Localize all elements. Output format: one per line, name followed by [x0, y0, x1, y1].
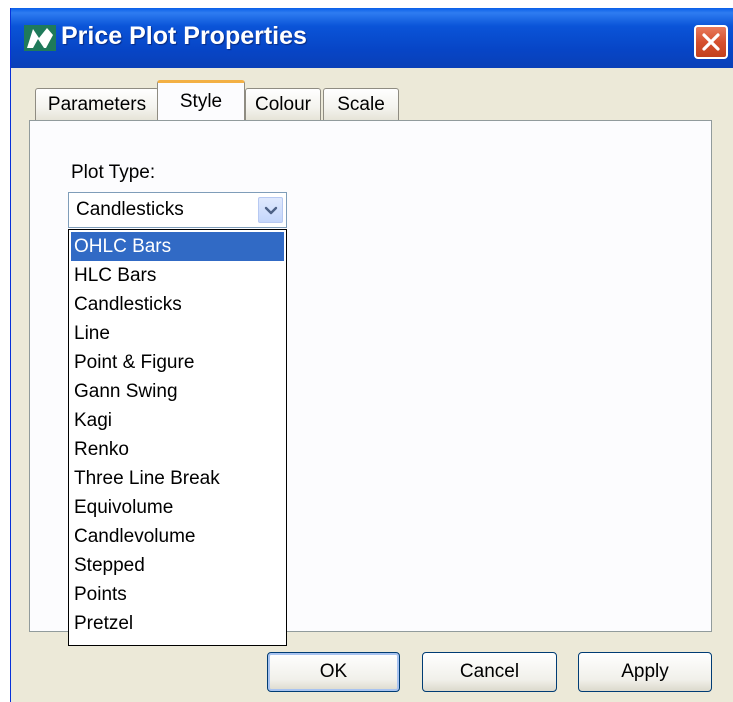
title-bar[interactable]: Price Plot Properties — [11, 8, 733, 68]
ok-button[interactable]: OK — [267, 652, 400, 692]
cancel-button-label: Cancel — [459, 661, 520, 682]
app-logo-icon — [24, 25, 56, 51]
option-kagi[interactable]: Kagi — [71, 406, 284, 435]
window-title: Price Plot Properties — [61, 22, 307, 50]
plot-type-select[interactable]: Candlesticks — [68, 192, 287, 228]
option-three-line-break[interactable]: Three Line Break — [71, 464, 284, 493]
tab-colour-label: Colour — [255, 93, 311, 115]
option-ohlc-bars[interactable]: OHLC Bars — [71, 232, 284, 261]
option-line[interactable]: Line — [71, 319, 284, 348]
option-stepped[interactable]: Stepped — [71, 551, 284, 580]
close-icon — [702, 33, 720, 51]
ok-button-label: OK — [319, 661, 348, 682]
tab-style[interactable]: Style — [157, 80, 245, 120]
plot-type-label: Plot Type: — [71, 162, 156, 183]
option-candlevolume[interactable]: Candlevolume — [71, 522, 284, 551]
option-equivolume[interactable]: Equivolume — [71, 493, 284, 522]
plot-type-dropdown-list: OHLC Bars HLC Bars Candlesticks Line Poi… — [68, 229, 287, 646]
option-gann-swing[interactable]: Gann Swing — [71, 377, 284, 406]
plot-type-value: Candlesticks — [76, 199, 184, 220]
tab-parameters[interactable]: Parameters — [35, 88, 159, 120]
option-point-figure[interactable]: Point & Figure — [71, 348, 284, 377]
option-renko[interactable]: Renko — [71, 435, 284, 464]
option-points[interactable]: Points — [71, 580, 284, 609]
chevron-down-icon — [264, 206, 278, 215]
option-hlc-bars[interactable]: HLC Bars — [71, 261, 284, 290]
tab-scale[interactable]: Scale — [323, 88, 399, 120]
dropdown-button[interactable] — [258, 197, 283, 223]
option-pretzel[interactable]: Pretzel — [71, 609, 284, 638]
apply-button-label: Apply — [621, 661, 669, 682]
dialog-window: Price Plot Properties Parameters Style C… — [10, 8, 733, 702]
option-candlesticks[interactable]: Candlesticks — [71, 290, 284, 319]
tab-scale-label: Scale — [337, 93, 385, 115]
cancel-button[interactable]: Cancel — [422, 652, 557, 692]
tab-parameters-label: Parameters — [47, 93, 147, 115]
apply-button[interactable]: Apply — [578, 652, 712, 692]
tab-style-label: Style — [179, 90, 223, 112]
close-button[interactable] — [694, 25, 728, 59]
tab-colour[interactable]: Colour — [245, 88, 321, 120]
